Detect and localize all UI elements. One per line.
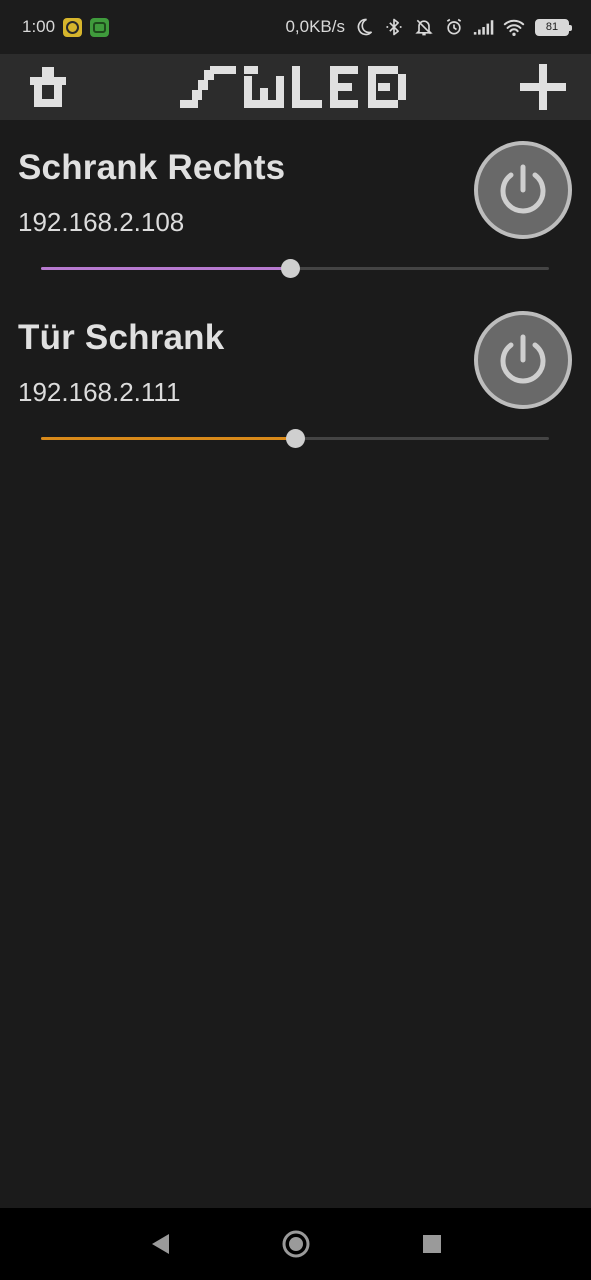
power-icon: [500, 334, 546, 384]
do-not-disturb-moon-icon: [357, 18, 373, 36]
clean-button[interactable]: [22, 61, 74, 113]
power-toggle-button[interactable]: [474, 141, 572, 239]
device-list: Schrank Rechts 192.168.2.108 Tür Schrank…: [0, 120, 591, 460]
wifi-icon: [503, 19, 525, 36]
home-button[interactable]: [276, 1224, 316, 1264]
recents-button[interactable]: [412, 1224, 452, 1264]
device-ip: 192.168.2.111: [18, 377, 181, 407]
device-ip: 192.168.2.108: [18, 207, 185, 237]
alarm-clock-icon: [446, 18, 462, 35]
slider-thumb[interactable]: [286, 429, 305, 448]
status-bar: 1:00 0,0KB/s 81: [0, 0, 591, 54]
recents-square-icon: [422, 1235, 441, 1253]
status-left: 1:00: [22, 17, 110, 37]
bell-muted-icon: [415, 19, 433, 36]
app-screen: 1:00 0,0KB/s 81 Schrank Rechts 192.168.2…: [0, 0, 591, 1280]
status-right: 0,0KB/s 81: [285, 17, 572, 37]
swled-logo-icon: [179, 66, 406, 108]
power-toggle-button[interactable]: [474, 311, 572, 409]
slider-thumb[interactable]: [280, 259, 300, 278]
slider-fill: [41, 437, 295, 440]
plus-icon: [520, 64, 566, 110]
power-icon: [500, 164, 546, 214]
bluetooth-icon: [386, 18, 402, 36]
device-name: Schrank Rechts: [18, 148, 286, 187]
notification-app-icon: [63, 17, 83, 37]
signal-strength-icon: [473, 20, 494, 35]
back-button[interactable]: [140, 1224, 180, 1264]
navigation-bar: [0, 1208, 591, 1280]
device-name: Tür Schrank: [18, 318, 225, 357]
brightness-slider[interactable]: [41, 256, 549, 280]
notification-android-icon: [90, 17, 110, 37]
status-time: 1:00: [22, 17, 56, 36]
battery-icon: 81: [535, 18, 572, 36]
swled-logo: [178, 61, 414, 113]
device-card[interactable]: Schrank Rechts 192.168.2.108: [0, 120, 591, 290]
slider-fill: [41, 267, 290, 270]
brightness-slider[interactable]: [41, 426, 549, 450]
add-device-button[interactable]: [517, 61, 569, 113]
app-bar: [0, 54, 591, 120]
device-card[interactable]: Tür Schrank 192.168.2.111: [0, 290, 591, 460]
network-speed: 0,0KB/s: [285, 17, 345, 36]
clean-brush-icon: [30, 67, 66, 107]
back-triangle-icon: [151, 1234, 169, 1254]
home-circle-icon: [282, 1230, 309, 1258]
